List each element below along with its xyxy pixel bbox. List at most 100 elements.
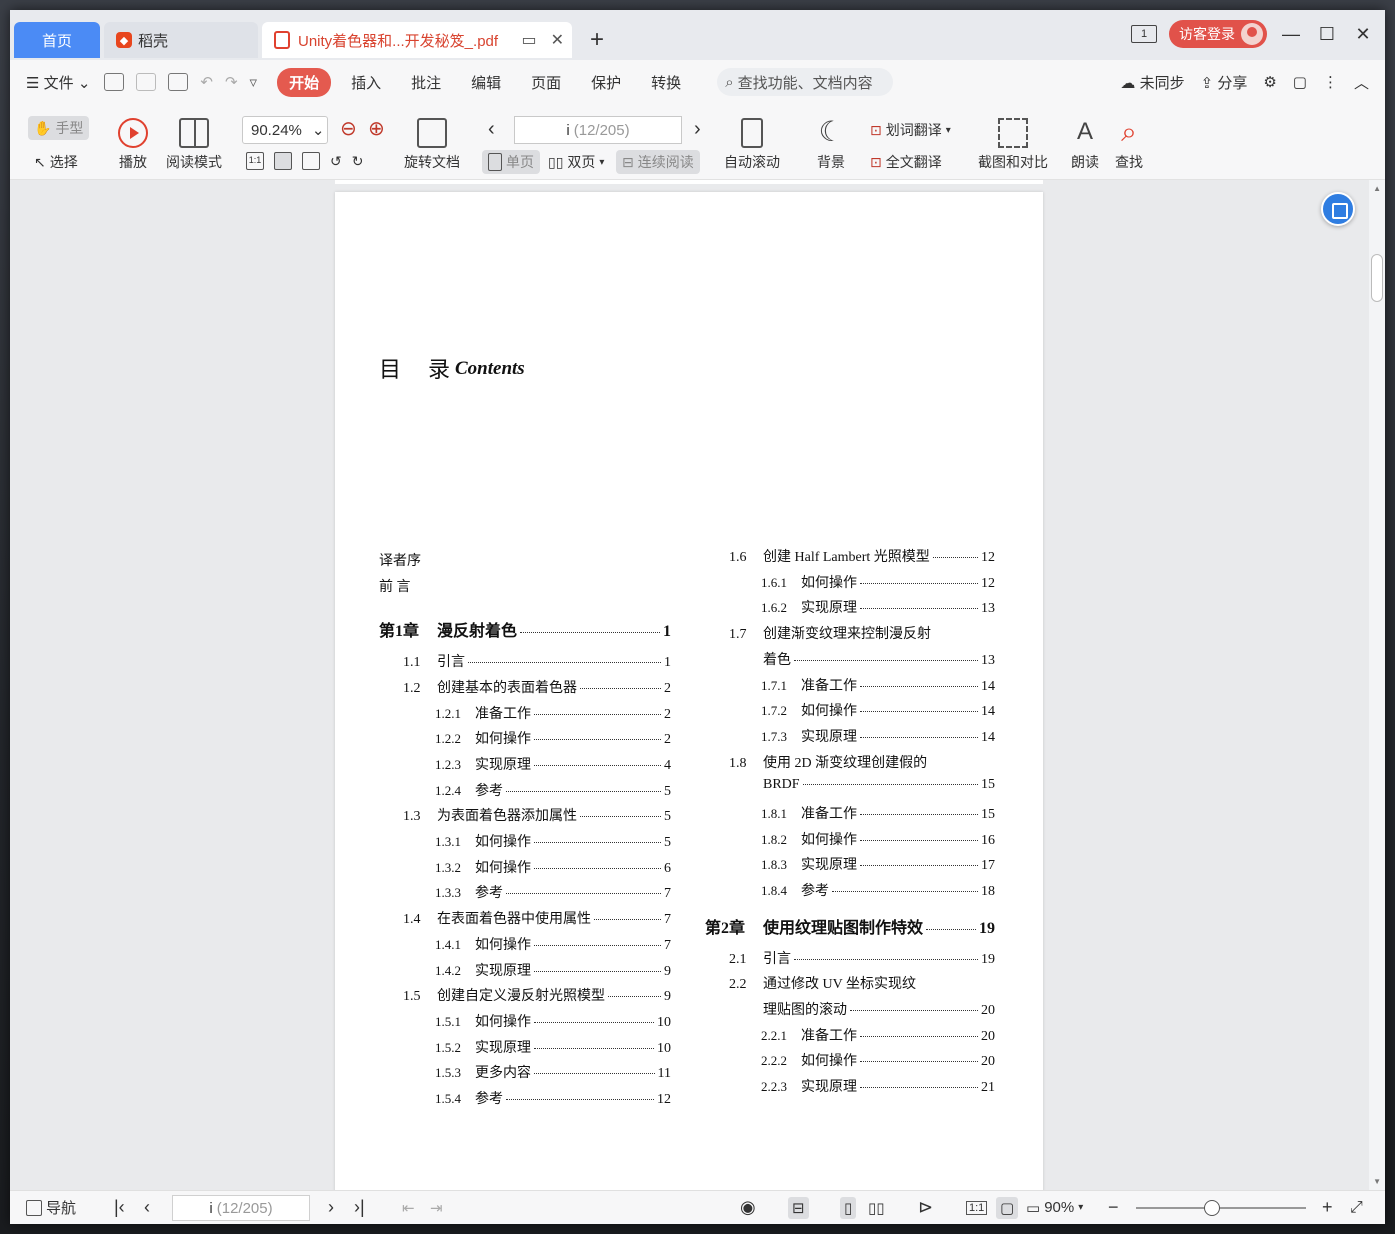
toc-number: 1.6 — [729, 550, 747, 565]
next-page-status-icon[interactable]: › — [328, 1197, 334, 1218]
menu-start[interactable]: 开始 — [277, 67, 332, 97]
menu-edit[interactable]: 编辑 — [471, 72, 501, 93]
auto-scroll-button[interactable]: 自动滚动 — [724, 118, 780, 172]
tab-document[interactable]: Unity着色器和...开发秘笈_.pdf ▭ ✕ — [262, 22, 572, 58]
single-page-button[interactable]: 单页 — [482, 150, 540, 174]
toc-page-number: 12 — [981, 550, 995, 565]
menu-protect[interactable]: 保护 — [591, 72, 621, 93]
play-status-icon[interactable]: ⊳ — [918, 1197, 933, 1218]
continuous-read-button[interactable]: ⊟ 连续阅读 — [616, 150, 700, 174]
more-dropdown-icon[interactable]: ▿ — [250, 73, 258, 91]
rotate-right-icon[interactable]: ↻ — [352, 153, 364, 170]
navigation-button[interactable]: 导航 — [26, 1197, 76, 1218]
fullscreen-icon[interactable]: ⤢ — [1350, 1199, 1363, 1217]
collapse-ribbon-icon[interactable]: ︿ — [1354, 72, 1369, 93]
guest-login-button[interactable]: 访客登录 — [1169, 20, 1267, 48]
zoom-out-icon[interactable]: ⊖ — [340, 116, 357, 141]
page-number-input[interactable]: i (12/205) — [514, 116, 682, 144]
scroll-down-icon[interactable]: ▼ — [1373, 1177, 1381, 1186]
undo-icon[interactable]: ↶ — [200, 73, 213, 91]
floating-translate-button[interactable] — [1321, 192, 1355, 226]
actual-size-icon[interactable]: 1:1 — [246, 152, 264, 170]
scroll-thumb[interactable] — [1371, 254, 1383, 302]
actual-size-status-icon[interactable]: 1:1 — [966, 1200, 988, 1215]
prev-page-status-icon[interactable]: ‹ — [144, 1197, 150, 1218]
function-search[interactable]: ⌕ 查找功能、文档内容 — [717, 68, 894, 96]
full-translate-button[interactable]: ⊡ 全文翻译 — [870, 152, 942, 172]
vertical-scrollbar[interactable]: ▲ ▼ — [1369, 180, 1385, 1190]
next-page-icon[interactable]: › — [694, 118, 701, 141]
fit-width-icon[interactable] — [302, 152, 320, 170]
close-tab-icon[interactable]: ✕ — [551, 30, 564, 50]
fit-page-status-icon[interactable]: ▢ — [996, 1196, 1019, 1219]
close-window-button[interactable]: ✕ — [1351, 24, 1375, 45]
menu-annotate[interactable]: 批注 — [411, 72, 441, 93]
status-page-input[interactable]: i (12/205) — [172, 1195, 310, 1221]
maximize-button[interactable]: ☐ — [1315, 24, 1339, 45]
toc-page-number: 13 — [981, 652, 995, 668]
fit-page-icon[interactable] — [274, 152, 292, 170]
zoom-slider-track[interactable] — [1136, 1207, 1306, 1209]
toc-page-number: 10 — [657, 1014, 671, 1030]
toc-entry: 1.3.3 参考 7 — [435, 882, 671, 902]
last-page-icon[interactable]: ›| — [354, 1197, 365, 1218]
print-icon[interactable] — [168, 73, 189, 91]
scroll-up-icon[interactable]: ▲ — [1373, 184, 1381, 193]
save-icon[interactable] — [136, 73, 157, 91]
double-page-button[interactable]: ▯▯ 双页 ▾ — [548, 152, 604, 172]
zoom-out-status-icon[interactable]: − — [1108, 1197, 1119, 1218]
minimize-button[interactable]: — — [1279, 24, 1303, 45]
word-translate-label: 划词翻译 — [885, 122, 942, 138]
redo-icon[interactable]: ↷ — [225, 73, 238, 91]
double-page-status-icon[interactable]: ▯▯ — [868, 1199, 885, 1217]
navigation-label: 导航 — [46, 1200, 77, 1217]
status-zoom-select[interactable]: ▭ 90% ▾ — [1026, 1199, 1083, 1217]
background-button[interactable]: ☾ 背景 — [816, 118, 846, 172]
document-viewport[interactable]: 目 录 Contents 译者序前 言第1章 漫反射着色 1 1.1 引言 1 1.2 创建基… — [10, 180, 1385, 1190]
menu-page[interactable]: 页面 — [531, 72, 561, 93]
toc-entry: 1.7.1 准备工作 14 — [761, 675, 995, 695]
tab-daoke[interactable]: ◆ 稻壳 — [104, 22, 258, 58]
page-count-badge[interactable]: 1 — [1131, 25, 1157, 43]
open-folder-icon[interactable] — [104, 73, 125, 91]
zoom-in-icon[interactable]: ⊕ — [368, 116, 385, 141]
tab-bar: 首页 ◆ 稻壳 Unity着色器和...开发秘笈_.pdf ▭ ✕ + 1 访客… — [10, 10, 1385, 60]
menu-convert[interactable]: 转换 — [651, 72, 681, 93]
toc-number: 2.2.3 — [761, 1079, 787, 1094]
monitor-icon[interactable]: ▭ — [521, 30, 536, 50]
find-button[interactable]: ⌕ 查找 — [1114, 118, 1144, 172]
select-tool-button[interactable]: ↖ 选择 — [34, 152, 78, 172]
toc-entry: 1.8.3 实现原理 17 — [761, 854, 995, 874]
tab-home[interactable]: 首页 — [14, 22, 100, 58]
prev-page-icon[interactable]: ‹ — [488, 118, 495, 141]
more-icon[interactable]: ⋮ — [1323, 73, 1338, 91]
zoom-in-status-icon[interactable]: + — [1322, 1197, 1333, 1218]
rotate-document-button[interactable]: 旋转文档 — [404, 118, 460, 172]
read-aloud-button[interactable]: A 朗读 — [1070, 118, 1100, 172]
select-tool-label: 选择 — [49, 154, 78, 170]
zoom-slider-knob[interactable] — [1204, 1200, 1220, 1216]
gear-icon[interactable]: ⚙ — [1263, 73, 1276, 91]
new-tab-button[interactable]: + — [590, 26, 604, 54]
sync-status[interactable]: ☁ 未同步 — [1120, 72, 1184, 93]
eye-care-icon[interactable]: ◉ — [740, 1197, 756, 1218]
first-page-icon[interactable]: |‹ — [114, 1197, 125, 1218]
word-translate-button[interactable]: ⊡ 划词翻译 ▾ — [870, 120, 951, 140]
menu-insert[interactable]: 插入 — [351, 72, 381, 93]
screenshot-compare-button[interactable]: 截图和对比 — [978, 118, 1048, 172]
rotate-left-icon[interactable]: ↺ — [330, 153, 342, 170]
back-icon[interactable]: ⇤ — [402, 1199, 415, 1217]
chevron-down-icon: ▾ — [599, 156, 605, 168]
read-mode-button[interactable]: 阅读模式 — [166, 118, 222, 172]
zoom-select[interactable]: 90.24% ⌄ — [242, 116, 328, 144]
continuous-status-icon[interactable]: ⊟ — [788, 1196, 809, 1219]
forward-icon[interactable]: ⇥ — [430, 1199, 443, 1217]
hand-tool-button[interactable]: ✋ 手型 — [28, 116, 90, 140]
toc-label: BRDF — [763, 777, 800, 793]
comment-icon[interactable]: ▢ — [1293, 73, 1307, 91]
toc-leader-dots — [608, 996, 661, 998]
file-menu[interactable]: ☰ 文件 ⌄ — [26, 72, 90, 93]
share-button[interactable]: ⇪ 分享 — [1201, 72, 1248, 93]
play-button[interactable]: 播放 — [118, 118, 148, 172]
single-page-status-icon[interactable]: ▯ — [840, 1196, 857, 1219]
